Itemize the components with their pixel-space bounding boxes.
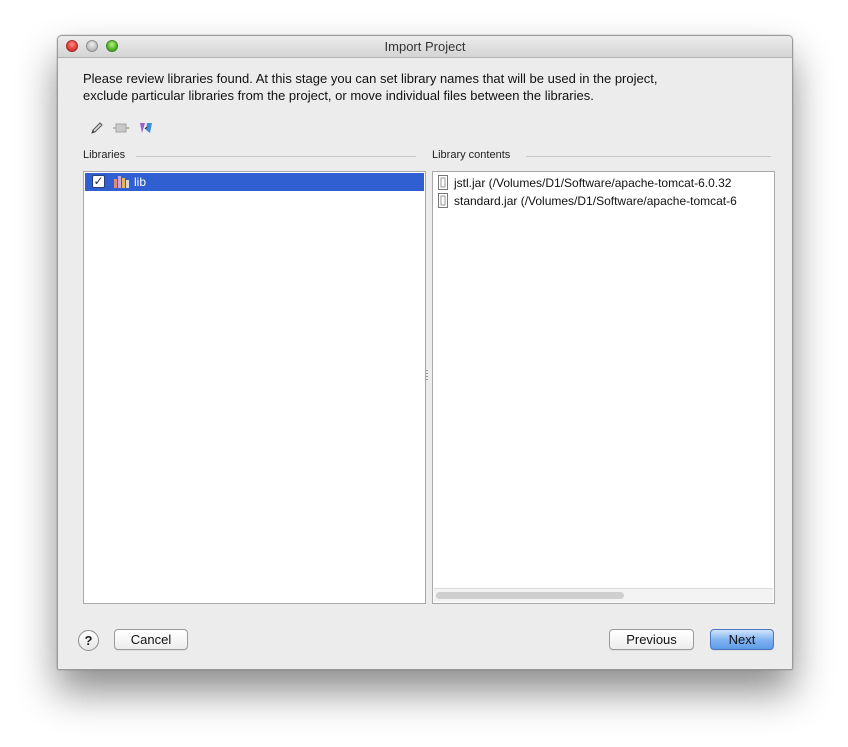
file-name: jstl.jar (/Volumes/D1/Software/apache-to… [454,176,732,190]
next-button[interactable]: Next [710,629,774,650]
scrollbar-thumb[interactable] [436,592,624,599]
merge-icon [113,123,129,133]
library-contents-label: Library contents [432,149,511,161]
intro-text: Please review libraries found. At this s… [83,70,773,104]
libraries-label: Libraries [83,149,126,161]
horizontal-scrollbar[interactable] [434,588,773,602]
previous-button[interactable]: Previous [609,629,694,650]
cancel-button[interactable]: Cancel [114,629,188,650]
window-title: Import Project [384,39,466,54]
split-icon [140,123,152,133]
library-name: lib [134,175,147,189]
intro-line-2: exclude particular libraries from the pr… [83,88,594,103]
libraries-list[interactable]: ✓ lib [83,171,426,604]
splitter-handle[interactable] [425,369,429,383]
rename-library-button[interactable] [88,119,106,137]
library-icon [114,176,129,188]
jar-file-icon [438,193,448,208]
merge-libraries-button[interactable] [112,119,130,137]
split-library-button[interactable] [137,119,155,137]
pencil-icon [91,122,103,134]
library-contents-divider [526,156,771,157]
libraries-divider [136,156,416,157]
library-row-lib[interactable]: ✓ lib [85,173,424,191]
file-name: standard.jar (/Volumes/D1/Software/apach… [454,194,737,208]
help-button[interactable]: ? [78,630,99,651]
jar-file-icon [438,175,448,190]
intro-line-1: Please review libraries found. At this s… [83,71,658,86]
title-bar: Import Project [58,36,792,58]
library-include-checkbox[interactable]: ✓ [92,175,105,188]
library-contents-list[interactable]: jstl.jar (/Volumes/D1/Software/apache-to… [432,171,775,604]
import-project-dialog: Import Project Please review libraries f… [57,35,793,670]
